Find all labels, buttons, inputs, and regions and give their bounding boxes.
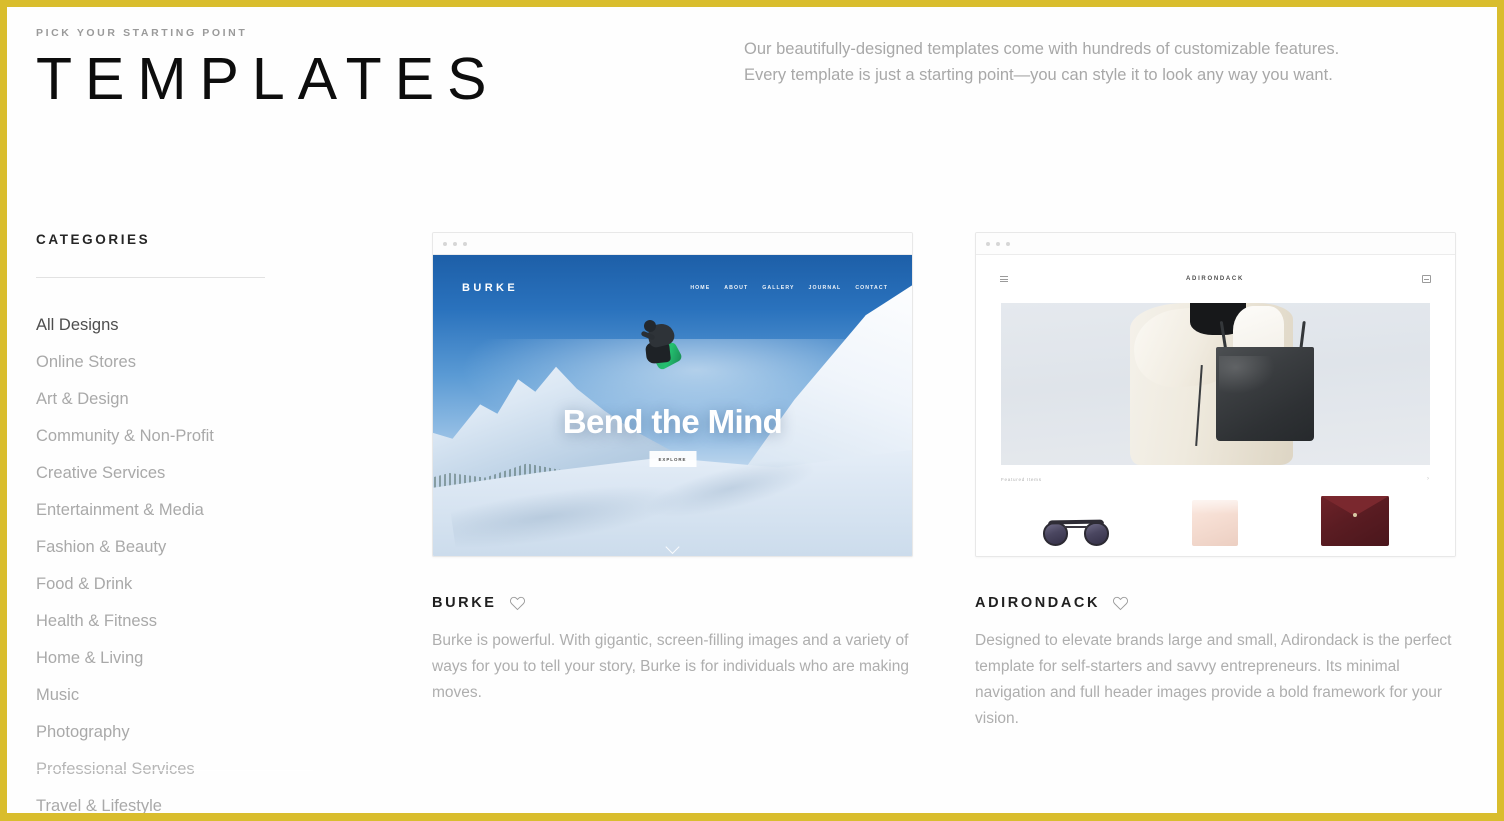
window-dot-3 <box>1006 241 1010 246</box>
sidebar-item-creative-services[interactable]: Creative Services <box>36 455 432 492</box>
adirondack-preview-body: ADIRONDACK Featured Items › <box>976 255 1455 556</box>
template-description-adirondack: Designed to elevate brands large and sma… <box>975 632 1452 727</box>
adirondack-store-page: ADIRONDACK Featured Items › <box>976 255 1455 556</box>
adirondack-site-brand[interactable]: ADIRONDACK <box>1008 276 1422 282</box>
sidebar-item-fashion-beauty[interactable]: Fashion & Beauty <box>36 529 432 566</box>
heart-outline-icon[interactable] <box>509 595 526 611</box>
shopping-cart-icon[interactable] <box>1422 275 1431 283</box>
browser-titlebar <box>433 233 912 255</box>
categories-heading: CATEGORIES <box>36 232 151 247</box>
sunglass-bridge <box>1063 526 1088 528</box>
burke-hero-heading: Bend the Mind <box>562 403 783 440</box>
burke-nav-gallery[interactable]: GALLERY <box>762 285 794 291</box>
hamburger-menu-icon[interactable] <box>1000 276 1008 282</box>
rider-head <box>643 319 656 332</box>
categories-sidebar: CATEGORIES All Designs Online Stores Art… <box>35 232 432 821</box>
burke-nav-home[interactable]: HOME <box>690 285 710 291</box>
templates-page: PICK YOUR STARTING POINT TEMPLATES Our b… <box>0 0 1504 821</box>
burke-nav-journal[interactable]: JOURNAL <box>809 285 842 291</box>
window-dot-3 <box>463 241 467 246</box>
burke-hero-image: BURKE HOME ABOUT GALLERY JOURNAL CONTACT… <box>433 255 912 556</box>
burke-nav-contact[interactable]: CONTACT <box>855 285 888 291</box>
sidebar-item-music[interactable]: Music <box>36 677 432 714</box>
heart-outline-icon[interactable] <box>1112 595 1129 611</box>
sidebar-item-community-non-profit[interactable]: Community & Non-Profit <box>36 418 432 455</box>
template-grid: BURKE HOME ABOUT GALLERY JOURNAL CONTACT… <box>432 232 1460 821</box>
sidebar-item-online-stores[interactable]: Online Stores <box>36 344 432 381</box>
window-dot-2 <box>996 241 1000 246</box>
template-name-adirondack[interactable]: ADIRONDACK <box>975 595 1100 611</box>
tote-handle-right <box>1299 320 1307 351</box>
sidebar-item-travel-lifestyle[interactable]: Travel & Lifestyle <box>36 788 432 821</box>
template-description-burke: Burke is powerful. With gigantic, screen… <box>432 632 909 701</box>
product-sunglasses[interactable] <box>1042 514 1109 546</box>
chevron-down-icon[interactable] <box>666 542 679 549</box>
window-dot-1 <box>443 241 447 246</box>
adirondack-meta-row: ADIRONDACK <box>975 595 1456 611</box>
page-description: Our beautifully-designed templates come … <box>744 40 1340 84</box>
burke-preview-body: BURKE HOME ABOUT GALLERY JOURNAL CONTACT… <box>433 255 912 556</box>
adirondack-preview-window[interactable]: ADIRONDACK Featured Items › <box>975 232 1456 557</box>
leather-tote-bag <box>1215 346 1315 441</box>
template-name-burke[interactable]: BURKE <box>432 595 497 611</box>
sidebar-divider <box>36 277 265 278</box>
category-list: All Designs Online Stores Art & Design C… <box>35 307 432 821</box>
burke-nav-about[interactable]: ABOUT <box>724 285 748 291</box>
template-card-burke[interactable]: BURKE HOME ABOUT GALLERY JOURNAL CONTACT… <box>432 232 913 821</box>
sidebar-item-professional-services[interactable]: Professional Services <box>35 751 432 788</box>
page-title: TEMPLATES <box>36 46 500 112</box>
featured-products-row <box>1001 476 1430 546</box>
page-header: PICK YOUR STARTING POINT TEMPLATES Our b… <box>0 0 1504 111</box>
sidebar-item-all-designs[interactable]: All Designs <box>36 307 432 344</box>
template-card-adirondack[interactable]: ADIRONDACK Featured Items › ADIRONDACK D… <box>975 232 1456 821</box>
sidebar-item-health-fitness[interactable]: Health & Fitness <box>36 603 432 640</box>
burke-explore-button[interactable]: EXPLORE <box>649 451 696 467</box>
window-dot-2 <box>453 241 457 246</box>
adirondack-hero-image <box>1001 303 1430 465</box>
sidebar-item-art-design[interactable]: Art & Design <box>36 381 432 418</box>
header-left: PICK YOUR STARTING POINT TEMPLATES <box>36 27 736 111</box>
burke-preview-window[interactable]: BURKE HOME ABOUT GALLERY JOURNAL CONTACT… <box>432 232 913 557</box>
sidebar-item-home-living[interactable]: Home & Living <box>36 640 432 677</box>
snowboarder-figure <box>640 319 686 380</box>
product-burgundy-clutch[interactable] <box>1320 496 1389 546</box>
burke-meta-row: BURKE <box>432 595 913 611</box>
page-eyebrow: PICK YOUR STARTING POINT <box>36 27 248 39</box>
sidebar-item-photography[interactable]: Photography <box>36 714 432 751</box>
page-content: CATEGORIES All Designs Online Stores Art… <box>0 232 1504 821</box>
burke-site-logo[interactable]: BURKE <box>462 282 518 294</box>
browser-titlebar <box>976 233 1455 255</box>
clutch-stud <box>1352 513 1357 517</box>
burke-site-nav: HOME ABOUT GALLERY JOURNAL CONTACT <box>690 285 888 291</box>
sidebar-item-food-drink[interactable]: Food & Drink <box>36 566 432 603</box>
sidebar-item-entertainment-media[interactable]: Entertainment & Media <box>36 492 432 529</box>
product-pink-pouch[interactable] <box>1191 500 1238 546</box>
adirondack-site-header: ADIRONDACK <box>976 255 1455 303</box>
window-dot-1 <box>986 241 990 246</box>
